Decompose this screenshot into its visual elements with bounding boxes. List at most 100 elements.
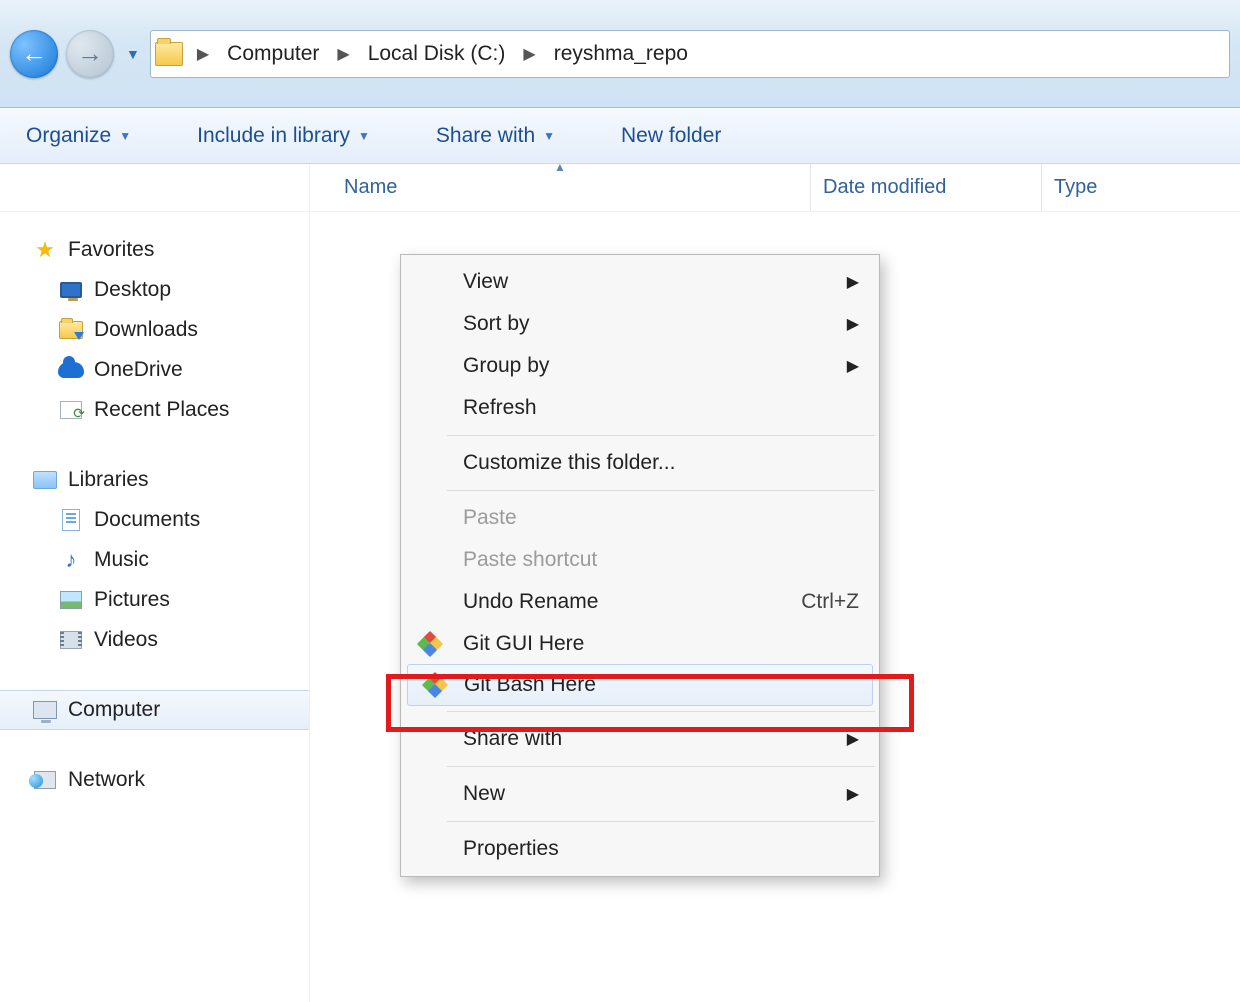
chevron-down-icon: ▼ xyxy=(119,129,131,143)
column-header-date[interactable]: Date modified xyxy=(811,164,1041,211)
organize-button[interactable]: Organize ▼ xyxy=(18,118,139,154)
ctx-label: Properties xyxy=(463,837,559,861)
ctx-git-gui[interactable]: Git GUI Here xyxy=(403,623,877,665)
sidebar-item-label: Recent Places xyxy=(94,398,229,422)
sidebar-favorites[interactable]: ★ Favorites xyxy=(0,230,309,270)
video-icon xyxy=(60,631,82,649)
arrow-left-icon: ← xyxy=(21,38,47,69)
breadcrumb-segment-local-disk[interactable]: Local Disk (C:) xyxy=(358,31,516,77)
ctx-properties[interactable]: Properties xyxy=(403,828,877,870)
chevron-down-icon: ▼ xyxy=(126,46,140,62)
file-list-area[interactable]: View ▶ Sort by ▶ Group by ▶ Refresh Cust… xyxy=(310,212,1240,1002)
git-icon xyxy=(417,631,443,657)
chevron-right-icon: ▶ xyxy=(847,272,859,292)
column-date-label: Date modified xyxy=(823,176,946,199)
sidebar-item-onedrive[interactable]: OneDrive xyxy=(0,350,309,390)
ctx-label: Undo Rename xyxy=(463,590,598,614)
main-area: ★ Favorites Desktop Downloads OneDrive R… xyxy=(0,212,1240,1002)
picture-icon xyxy=(60,591,82,609)
desktop-icon xyxy=(60,282,82,298)
share-with-button[interactable]: Share with ▼ xyxy=(428,118,563,154)
downloads-icon xyxy=(59,321,83,339)
history-dropdown[interactable]: ▼ xyxy=(122,46,144,62)
sidebar-item-downloads[interactable]: Downloads xyxy=(0,310,309,350)
ctx-sort-by[interactable]: Sort by ▶ xyxy=(403,303,877,345)
ctx-separator xyxy=(447,821,875,822)
sidebar-group-libraries: Libraries Documents ♪ Music Pictures Vid… xyxy=(0,460,309,660)
new-folder-label: New folder xyxy=(621,124,721,148)
ctx-label: Paste shortcut xyxy=(463,548,597,572)
ctx-share-with[interactable]: Share with ▶ xyxy=(403,718,877,760)
document-icon xyxy=(62,509,80,531)
sidebar-item-desktop[interactable]: Desktop xyxy=(0,270,309,310)
command-toolbar: Organize ▼ Include in library ▼ Share wi… xyxy=(0,108,1240,164)
sidebar-item-network[interactable]: Network xyxy=(0,760,309,800)
ctx-customize[interactable]: Customize this folder... xyxy=(403,442,877,484)
ctx-separator xyxy=(447,435,875,436)
include-in-library-button[interactable]: Include in library ▼ xyxy=(189,118,378,154)
breadcrumb-segment-folder[interactable]: reyshma_repo xyxy=(544,31,698,77)
ctx-label: Paste xyxy=(463,506,517,530)
sidebar-item-documents[interactable]: Documents xyxy=(0,500,309,540)
sidebar-item-music[interactable]: ♪ Music xyxy=(0,540,309,580)
sidebar-item-label: Network xyxy=(68,768,145,792)
cloud-icon xyxy=(58,362,84,378)
sidebar-item-label: Pictures xyxy=(94,588,170,612)
sidebar-item-computer[interactable]: Computer xyxy=(0,690,309,730)
ctx-refresh[interactable]: Refresh xyxy=(403,387,877,429)
sidebar-item-pictures[interactable]: Pictures xyxy=(0,580,309,620)
chevron-right-icon: ▶ xyxy=(847,729,859,749)
ctx-label: New xyxy=(463,782,505,806)
sidebar-item-label: Videos xyxy=(94,628,158,652)
chevron-right-icon: ▶ xyxy=(189,44,217,64)
include-label: Include in library xyxy=(197,124,350,148)
header-spacer xyxy=(0,164,310,211)
sort-ascending-icon: ▲ xyxy=(554,160,566,174)
new-folder-button[interactable]: New folder xyxy=(613,118,729,154)
recent-places-icon xyxy=(60,401,82,419)
breadcrumb-segment-computer[interactable]: Computer xyxy=(217,31,329,77)
sidebar-libraries[interactable]: Libraries xyxy=(0,460,309,500)
ctx-git-bash[interactable]: Git Bash Here xyxy=(407,664,873,706)
ctx-undo-rename[interactable]: Undo Rename Ctrl+Z xyxy=(403,581,877,623)
star-icon: ★ xyxy=(32,239,58,261)
ctx-label: Git Bash Here xyxy=(464,673,596,697)
address-bar[interactable]: ▶ Computer ▶ Local Disk (C:) ▶ reyshma_r… xyxy=(150,30,1230,78)
chevron-right-icon: ▶ xyxy=(847,784,859,804)
network-icon xyxy=(34,771,56,789)
chevron-down-icon: ▼ xyxy=(543,129,555,143)
column-headers: ▲ Name Date modified Type xyxy=(0,164,1240,212)
ctx-separator xyxy=(447,490,875,491)
ctx-shortcut: Ctrl+Z xyxy=(801,590,859,614)
sidebar-item-label: Documents xyxy=(94,508,200,532)
libraries-icon xyxy=(33,471,57,489)
sidebar-group-computer: Computer xyxy=(0,690,309,730)
navigation-bar: ← → ▼ ▶ Computer ▶ Local Disk (C:) ▶ rey… xyxy=(0,0,1240,108)
sidebar-item-videos[interactable]: Videos xyxy=(0,620,309,660)
music-icon: ♪ xyxy=(58,549,84,571)
sidebar-item-label: Libraries xyxy=(68,468,149,492)
forward-button[interactable]: → xyxy=(66,30,114,78)
git-icon xyxy=(422,672,448,698)
column-name-label: Name xyxy=(344,176,397,199)
sidebar-item-label: Computer xyxy=(68,698,160,722)
column-header-type[interactable]: Type xyxy=(1042,164,1240,211)
sidebar-item-label: Desktop xyxy=(94,278,171,302)
share-label: Share with xyxy=(436,124,535,148)
ctx-label: Refresh xyxy=(463,396,537,420)
ctx-view[interactable]: View ▶ xyxy=(403,261,877,303)
chevron-right-icon: ▶ xyxy=(515,44,543,64)
ctx-new[interactable]: New ▶ xyxy=(403,773,877,815)
chevron-down-icon: ▼ xyxy=(358,129,370,143)
chevron-right-icon: ▶ xyxy=(329,44,357,64)
ctx-paste-shortcut: Paste shortcut xyxy=(403,539,877,581)
back-button[interactable]: ← xyxy=(10,30,58,78)
organize-label: Organize xyxy=(26,124,111,148)
ctx-group-by[interactable]: Group by ▶ xyxy=(403,345,877,387)
sidebar-item-label: OneDrive xyxy=(94,358,183,382)
column-header-name[interactable]: ▲ Name xyxy=(310,164,810,211)
computer-icon xyxy=(33,701,57,719)
ctx-label: View xyxy=(463,270,508,294)
ctx-label: Sort by xyxy=(463,312,530,336)
sidebar-item-recent-places[interactable]: Recent Places xyxy=(0,390,309,430)
